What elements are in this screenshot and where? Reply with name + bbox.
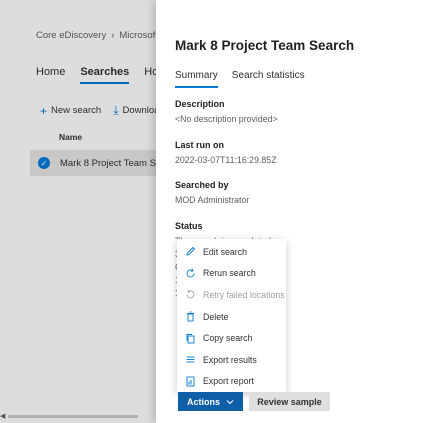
description-value: <No description provided> (175, 114, 278, 124)
searched-by-value: MOD Administrator (175, 195, 250, 205)
refresh-icon (184, 267, 196, 279)
review-sample-button[interactable]: Review sample (249, 392, 330, 411)
chevron-down-icon (226, 397, 234, 407)
searched-by-field: Searched by MOD Administrator (175, 180, 249, 205)
menu-item-edit-search[interactable]: Edit search (177, 241, 286, 263)
actions-button[interactable]: Actions (178, 392, 243, 411)
menu-item-copy-search[interactable]: Copy search (177, 327, 286, 349)
actions-menu: Edit search Rerun search Retry failed lo… (177, 239, 286, 392)
searched-by-label: Searched by (175, 180, 229, 190)
retry-icon (184, 289, 196, 301)
report-icon (184, 375, 196, 387)
list-icon (184, 354, 196, 366)
status-label: Status (175, 221, 203, 231)
menu-item-export-report[interactable]: Export report (177, 371, 286, 393)
description-field: Description <No description provided> (175, 99, 278, 124)
menu-item-label: Rerun search (203, 268, 256, 279)
menu-item-delete[interactable]: Delete (177, 306, 286, 328)
menu-item-label: Delete (203, 311, 229, 322)
last-run-label: Last run on (175, 140, 224, 150)
trash-icon (184, 311, 196, 323)
menu-item-label: Copy search (203, 333, 253, 344)
description-label: Description (175, 99, 225, 109)
actions-button-label: Actions (186, 396, 220, 407)
panel-tabs: Summary Search statistics (175, 70, 305, 88)
menu-item-label: Retry failed locations (203, 289, 285, 300)
tab-summary[interactable]: Summary (175, 70, 218, 88)
menu-item-export-results[interactable]: Export results (177, 349, 286, 371)
menu-item-label: Export results (203, 354, 257, 365)
menu-item-rerun-search[interactable]: Rerun search (177, 263, 286, 285)
pencil-icon (184, 246, 196, 258)
last-run-field: Last run on 2022-03-07T11:16:29.85Z (175, 140, 277, 165)
last-run-value: 2022-03-07T11:16:29.85Z (175, 155, 277, 165)
menu-item-retry-failed-locations: Retry failed locations (177, 284, 286, 306)
panel-title: Mark 8 Project Team Search (175, 38, 355, 53)
copy-icon (184, 332, 196, 344)
menu-item-label: Export report (203, 376, 254, 387)
tab-search-statistics[interactable]: Search statistics (232, 70, 305, 88)
menu-item-label: Edit search (203, 246, 248, 257)
